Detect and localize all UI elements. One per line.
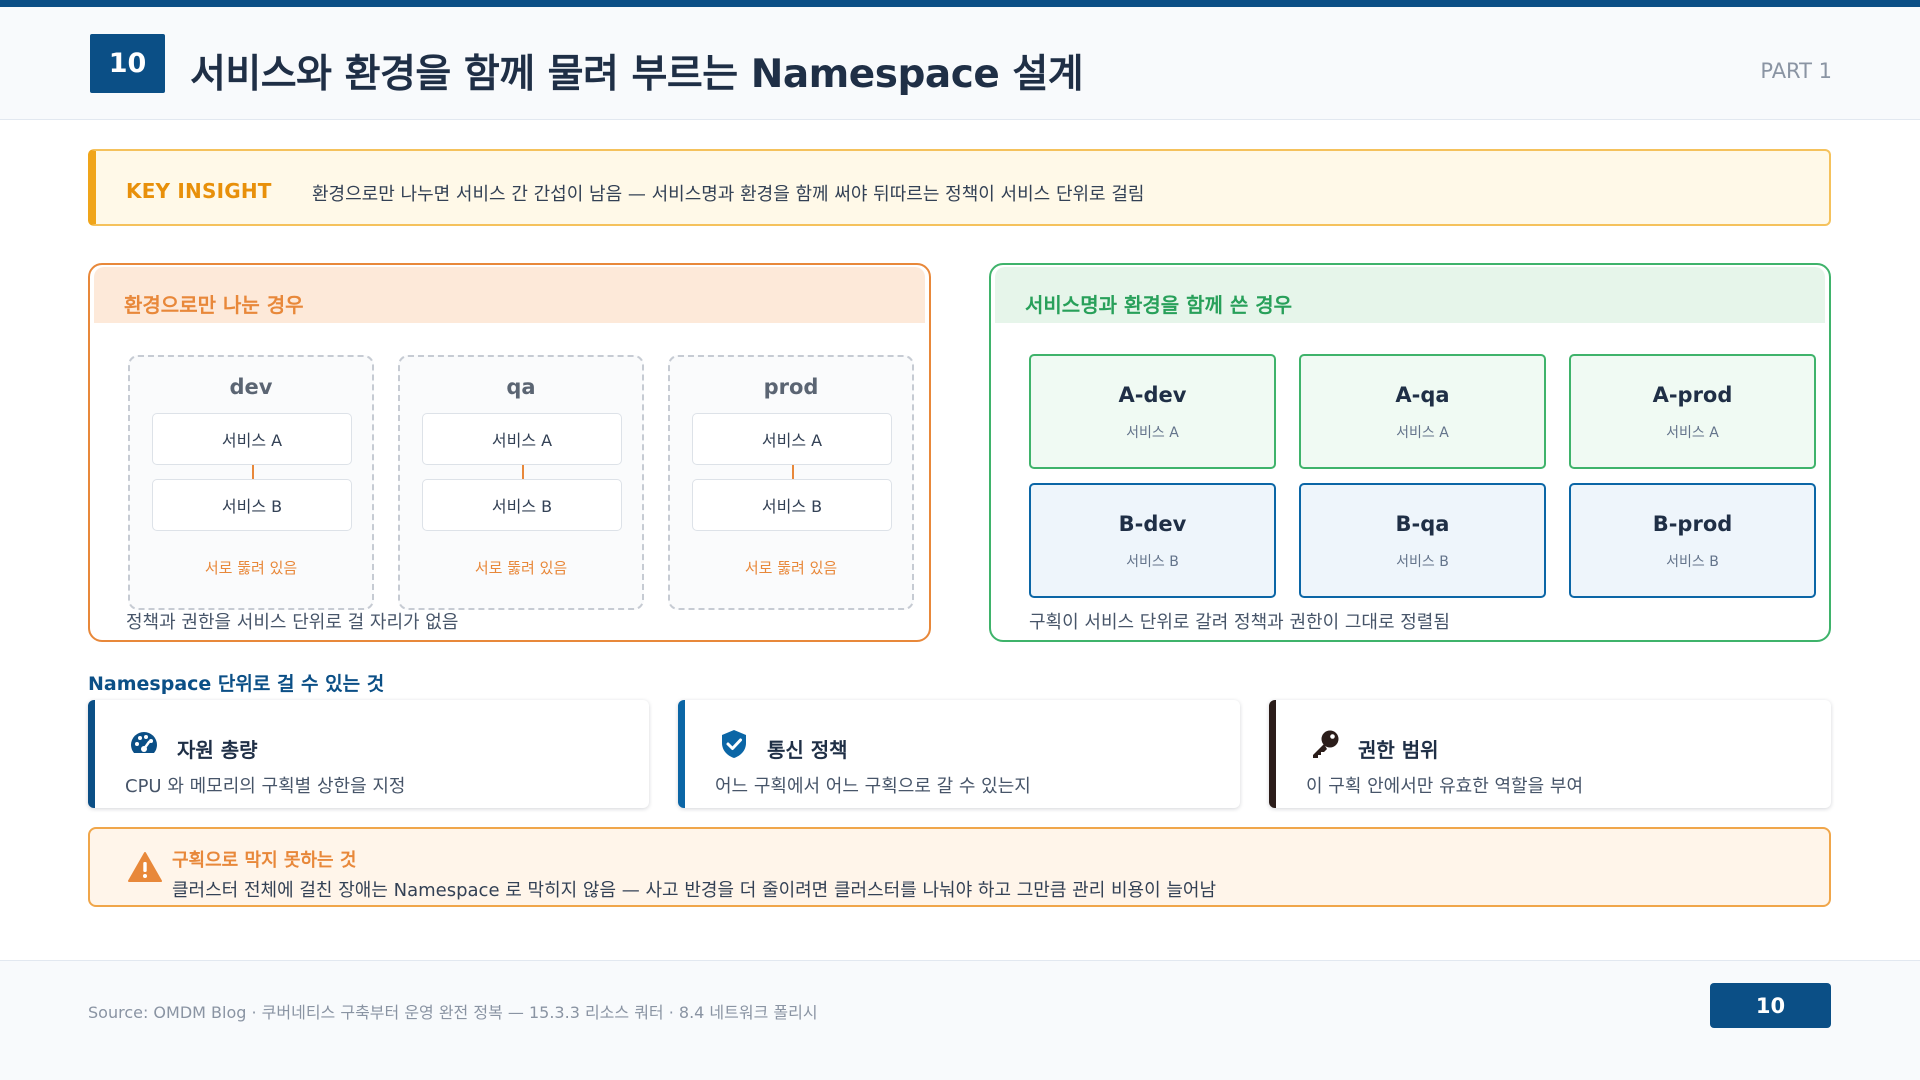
connection-line — [522, 465, 524, 479]
panel-title: 서비스명과 환경을 함께 쓴 경우 — [1025, 293, 1293, 317]
section-label: Namespace 단위로 걸 수 있는 것 — [88, 673, 385, 695]
namespace-name: B-qa — [1395, 512, 1450, 536]
service-box: 서비스 B — [692, 479, 892, 531]
slide-footer: Source: OMDM Blog · 쿠버네티스 구축부터 운영 완전 정복 … — [0, 960, 1920, 1080]
warning-box: 구획으로 막지 못하는 것 클러스터 전체에 걸친 장애는 Namespace … — [88, 827, 1831, 907]
slide-header: 10 서비스와 환경을 함께 물려 부르는 Namespace 설계 PART … — [0, 7, 1920, 120]
env-box-dev: dev 서비스 A 서비스 B 서로 뚫려 있음 — [128, 355, 374, 610]
namespace-card: B-prod 서비스 B — [1569, 483, 1816, 598]
namespace-card: A-prod 서비스 A — [1569, 354, 1816, 469]
namespace-service: 서비스 B — [1666, 554, 1719, 570]
feature-title: 통신 정책 — [767, 738, 848, 762]
page-title: 서비스와 환경을 함께 물려 부르는 Namespace 설계 — [190, 52, 1084, 97]
namespace-name: A-prod — [1652, 383, 1733, 407]
service-box: 서비스 A — [422, 413, 622, 465]
env-only-panel: 환경으로만 나눈 경우 dev 서비스 A 서비스 B 서로 뚫려 있음 qa … — [88, 263, 931, 642]
service-box: 서비스 B — [422, 479, 622, 531]
open-note: 서로 뚫려 있음 — [204, 559, 298, 577]
panel-title: 환경으로만 나눈 경우 — [124, 293, 304, 317]
open-note: 서로 뚫려 있음 — [474, 559, 568, 577]
slide-number-badge: 10 — [90, 34, 165, 93]
key-insight-label: KEY INSIGHT — [126, 179, 272, 203]
service-box: 서비스 A — [152, 413, 352, 465]
namespace-service: 서비스 B — [1126, 554, 1179, 570]
feature-title: 권한 범위 — [1358, 738, 1439, 762]
key-insight-box: KEY INSIGHT 환경으로만 나누면 서비스 간 간섭이 남음 — 서비스… — [88, 149, 1831, 226]
key-icon — [1313, 730, 1339, 758]
panel-header: 환경으로만 나눈 경우 — [94, 267, 925, 323]
warning-title: 구획으로 막지 못하는 것 — [172, 850, 357, 871]
feature-card-permission-scope: 권한 범위 이 구획 안에서만 유효한 역할을 부여 — [1269, 700, 1831, 808]
namespace-card: B-qa 서비스 B — [1299, 483, 1546, 598]
feature-desc: 이 구획 안에서만 유효한 역할을 부여 — [1306, 776, 1584, 797]
namespace-name: B-dev — [1118, 512, 1187, 536]
open-note: 서로 뚫려 있음 — [744, 559, 838, 577]
feature-desc: 어느 구획에서 어느 구획으로 갈 수 있는지 — [715, 776, 1031, 797]
namespace-card: B-dev 서비스 B — [1029, 483, 1276, 598]
part-label: PART 1 — [1760, 59, 1832, 83]
namespace-card: A-qa 서비스 A — [1299, 354, 1546, 469]
feature-desc: CPU 와 메모리의 구획별 상한을 지정 — [125, 776, 406, 797]
env-name: qa — [506, 375, 536, 399]
panel-header: 서비스명과 환경을 함께 쓴 경우 — [995, 267, 1825, 323]
top-accent-bar — [0, 0, 1920, 7]
feature-title: 자원 총량 — [177, 738, 258, 762]
env-box-qa: qa 서비스 A 서비스 B 서로 뚫려 있음 — [398, 355, 644, 610]
page-number-badge: 10 — [1710, 983, 1831, 1028]
env-name: dev — [229, 375, 273, 399]
namespace-service: 서비스 B — [1396, 554, 1449, 570]
service-env-panel: 서비스명과 환경을 함께 쓴 경우 A-dev 서비스 A A-qa 서비스 A… — [989, 263, 1831, 642]
env-box-prod: prod 서비스 A 서비스 B 서로 뚫려 있음 — [668, 355, 914, 610]
namespace-service: 서비스 A — [1666, 425, 1719, 441]
connection-line — [252, 465, 254, 479]
namespace-card: A-dev 서비스 A — [1029, 354, 1276, 469]
env-name: prod — [763, 375, 819, 399]
warning-text: 클러스터 전체에 걸친 장애는 Namespace 로 막히지 않음 — 사고 … — [172, 880, 1217, 901]
gauge-icon — [131, 732, 157, 753]
namespace-name: B-prod — [1652, 512, 1733, 536]
panel-caption: 구획이 서비스 단위로 갈려 정책과 권한이 그대로 정렬됨 — [1029, 612, 1450, 633]
service-box: 서비스 A — [692, 413, 892, 465]
feature-card-network-policy: 통신 정책 어느 구획에서 어느 구획으로 갈 수 있는지 — [678, 700, 1240, 808]
namespace-name: A-dev — [1118, 383, 1187, 407]
namespace-service: 서비스 A — [1126, 425, 1179, 441]
panel-caption: 정책과 권한을 서비스 단위로 걸 자리가 없음 — [126, 612, 459, 633]
key-insight-text: 환경으로만 나누면 서비스 간 간섭이 남음 — 서비스명과 환경을 함께 써야… — [312, 184, 1145, 205]
service-box: 서비스 B — [152, 479, 352, 531]
source-citation: Source: OMDM Blog · 쿠버네티스 구축부터 운영 완전 정복 … — [88, 1003, 818, 1022]
warning-icon — [128, 852, 162, 882]
namespace-service: 서비스 A — [1396, 425, 1449, 441]
connection-line — [792, 465, 794, 479]
namespace-name: A-qa — [1395, 383, 1450, 407]
feature-card-resource-quota: 자원 총량 CPU 와 메모리의 구획별 상한을 지정 — [88, 700, 649, 808]
shield-check-icon — [722, 730, 746, 758]
